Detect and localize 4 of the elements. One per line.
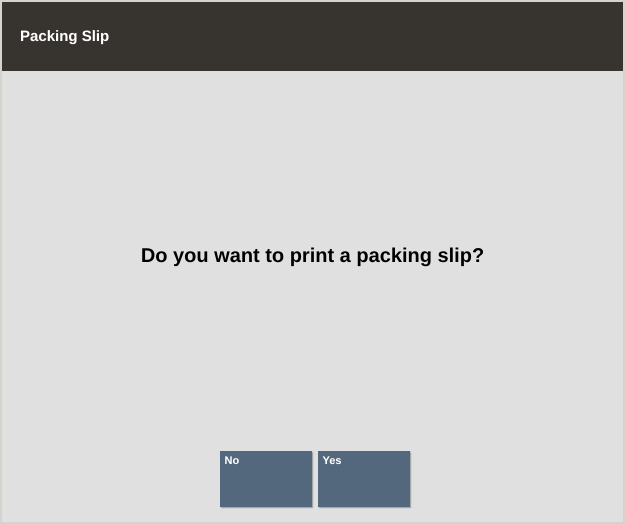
prompt-text: Do you want to print a packing slip?: [140, 244, 484, 268]
header-title: Packing Slip: [20, 28, 110, 45]
choice-button[interactable]: No: [220, 451, 312, 507]
choice-button[interactable]: Yes: [318, 451, 410, 507]
